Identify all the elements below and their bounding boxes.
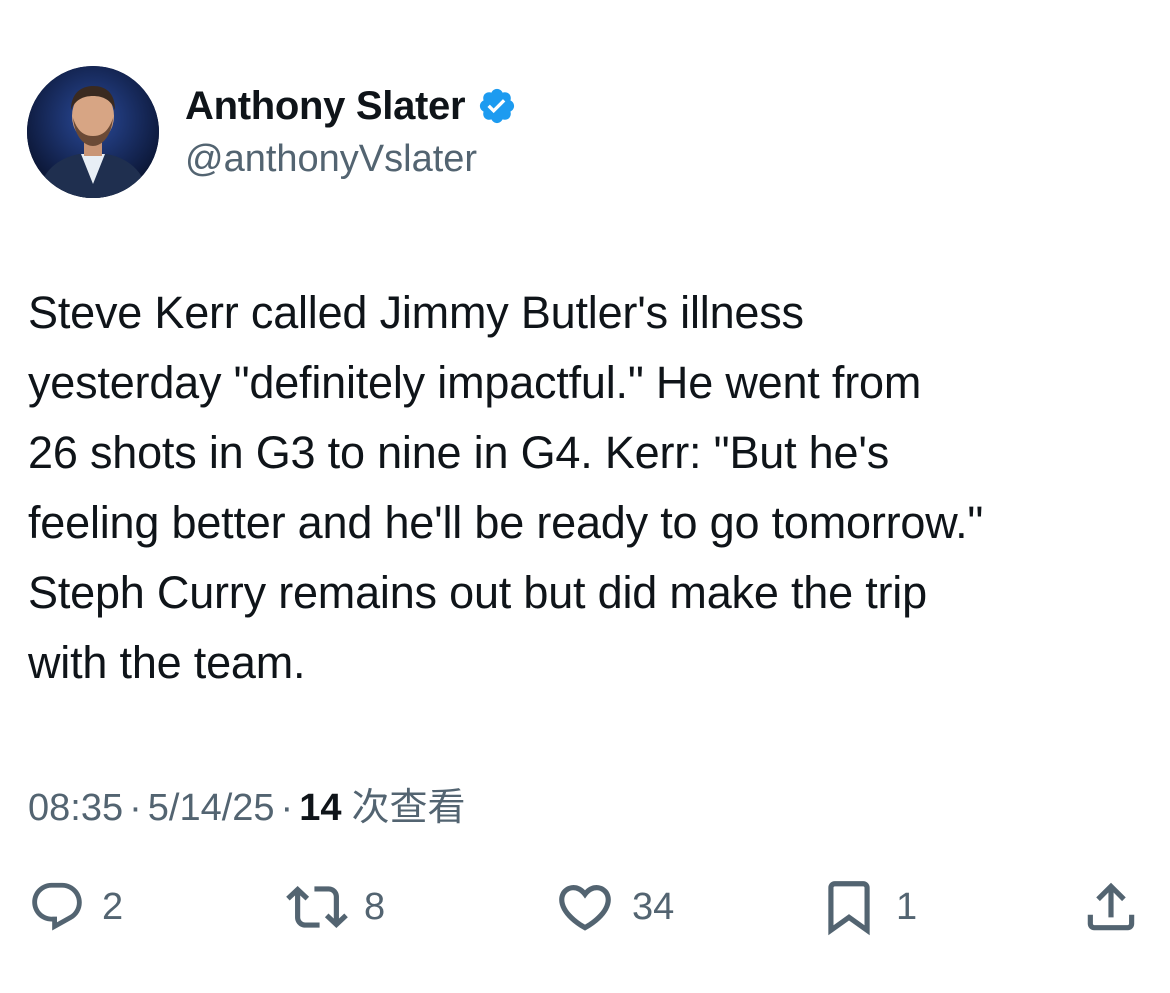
avatar[interactable] (27, 66, 159, 198)
reply-icon (32, 882, 82, 931)
like-count: 34 (632, 885, 675, 928)
retweet-button[interactable]: 8 (286, 872, 385, 942)
verified-badge-icon[interactable] (477, 86, 517, 126)
author-display-name[interactable]: Anthony Slater (185, 84, 466, 129)
author-name-row[interactable]: Anthony Slater (185, 82, 517, 130)
tweet-text-line: Steve Kerr called Jimmy Butler's illness (28, 287, 804, 338)
like-button[interactable]: 34 (554, 872, 674, 942)
share-button[interactable] (1080, 872, 1142, 942)
bookmark-icon (828, 881, 870, 936)
views-label[interactable]: 次查看 (351, 787, 465, 829)
tweet-meta: 08:35 · 5/14/25 · 14 次查看 (28, 776, 466, 831)
action-bar: 2 8 34 1 (0, 872, 1170, 942)
reply-button[interactable]: 2 (28, 872, 123, 942)
meta-separator: · (129, 787, 142, 829)
retweet-icon (286, 886, 348, 928)
tweet-text-line: yesterday "definitely impactful." He wen… (28, 357, 922, 408)
tweet-text-line: feeling better and he'll be ready to go … (28, 497, 984, 548)
meta-separator: · (280, 787, 294, 829)
bookmark-button[interactable]: 1 (818, 872, 917, 942)
tweet-text-line: 26 shots in G3 to nine in G4. Kerr: "But… (28, 427, 890, 478)
bookmark-count: 1 (896, 885, 918, 928)
reply-count: 2 (102, 885, 124, 928)
views-count[interactable]: 14 (299, 787, 341, 829)
tweet-date[interactable]: 5/14/25 (148, 787, 275, 829)
share-icon (1087, 882, 1135, 931)
tweet-text-line: with the team. (28, 637, 306, 688)
retweet-count: 8 (364, 885, 386, 928)
avatar-image (27, 66, 159, 198)
tweet-time[interactable]: 08:35 (28, 787, 123, 829)
tweet-text-line: Steph Curry remains out but did make the… (28, 567, 927, 618)
tweet-text: Steve Kerr called Jimmy Butler's illness… (28, 278, 1148, 698)
heart-icon (559, 885, 611, 931)
author-handle[interactable]: @anthonyVslater (185, 138, 477, 181)
